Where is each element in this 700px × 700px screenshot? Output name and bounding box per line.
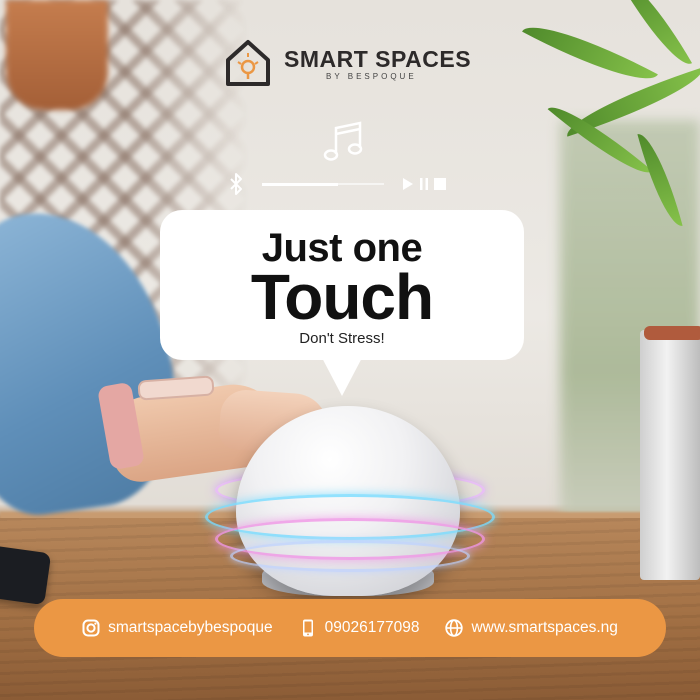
stop-icon[interactable]	[434, 178, 446, 190]
music-note-icon	[323, 121, 363, 161]
hanging-pot	[6, 0, 108, 110]
globe-icon	[445, 619, 464, 637]
speech-bubble: Just one Touch Don't Stress!	[160, 210, 524, 360]
tagline: Don't Stress!	[299, 330, 385, 347]
progress-track[interactable]	[262, 182, 384, 186]
instagram-icon	[82, 619, 100, 637]
media-player	[228, 170, 452, 198]
house-bulb-icon	[226, 40, 270, 86]
pause-icon[interactable]	[419, 178, 429, 190]
brand-name: SMART SPACES	[284, 45, 472, 72]
contact-website[interactable]: www.smartspaces.ng	[445, 619, 618, 637]
smartphone	[0, 542, 52, 606]
bluetooth-icon	[230, 173, 242, 195]
contact-phone[interactable]: 09026177098	[299, 619, 420, 637]
progress-fill	[262, 182, 338, 186]
speech-bubble-tail	[320, 354, 364, 396]
headline-line-2: Touch	[250, 261, 434, 333]
brand-subtitle: BY BESPOQUE	[326, 71, 417, 81]
brand-logo: SMART SPACES BY BESPOQUE	[224, 38, 471, 88]
planter-rim	[644, 326, 700, 340]
planter-pot	[640, 330, 700, 580]
phone-icon	[302, 619, 313, 637]
playback-controls	[402, 178, 446, 190]
plant-leaf	[522, 8, 658, 98]
contact-instagram[interactable]: smartspacebybespoque	[82, 619, 273, 637]
glow-ring	[230, 540, 470, 572]
play-icon[interactable]	[402, 178, 414, 190]
phone-number: 09026177098	[324, 619, 420, 636]
instagram-handle: smartspacebybespoque	[108, 619, 273, 636]
contact-bar: smartspacebybespoque 09026177098 www.sma…	[34, 599, 666, 657]
website-url: www.smartspaces.ng	[471, 619, 618, 636]
